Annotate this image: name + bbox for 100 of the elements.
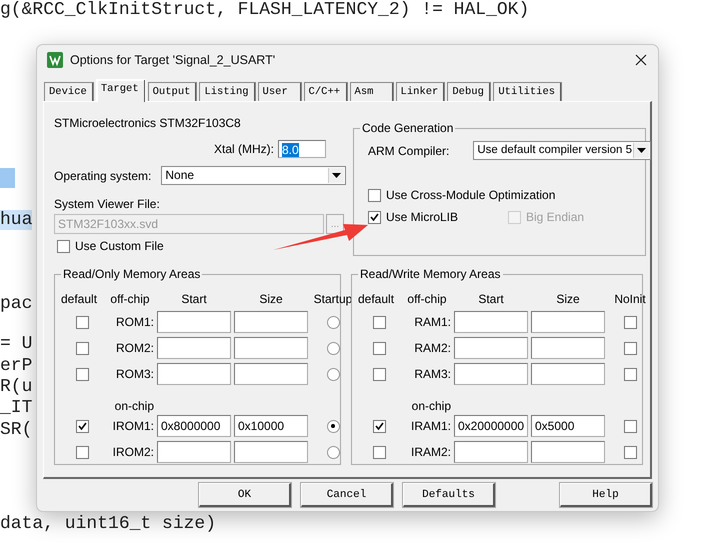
- compiler-label: ARM Compiler:: [368, 144, 450, 158]
- size-field[interactable]: 0x5000: [531, 415, 605, 437]
- size-field[interactable]: [234, 363, 308, 385]
- start-field[interactable]: [454, 441, 528, 463]
- column-header: Start: [477, 292, 505, 306]
- size-field[interactable]: [531, 337, 605, 359]
- window-title: Options for Target 'Signal_2_USART': [70, 53, 276, 67]
- tab[interactable]: Device: [44, 82, 94, 101]
- device-name: STMicroelectronics STM32F103C8: [54, 116, 242, 130]
- size-field[interactable]: [234, 441, 308, 463]
- size-field[interactable]: [234, 311, 308, 333]
- code-line: pac: [0, 294, 32, 314]
- memory-label: IROM1:: [112, 419, 154, 433]
- dialog-button[interactable]: OK: [199, 483, 291, 507]
- dropdown-arrow-icon: [637, 148, 646, 153]
- radio-button[interactable]: [326, 316, 340, 328]
- tab[interactable]: Utilities: [493, 82, 562, 101]
- checkbox[interactable]: [624, 342, 636, 354]
- column-header: Size: [258, 292, 284, 306]
- checkbox[interactable]: [76, 420, 88, 432]
- column-header: Start: [180, 292, 208, 306]
- start-field[interactable]: 0x20000000: [454, 415, 528, 437]
- size-field[interactable]: 0x10000: [234, 415, 308, 437]
- memory-label: IROM2:: [112, 445, 154, 459]
- size-field[interactable]: [531, 363, 605, 385]
- radio-button[interactable]: [326, 342, 340, 354]
- selection-highlight: [0, 168, 15, 188]
- os-label: Operating system:: [54, 168, 152, 182]
- checkbox[interactable]: [372, 446, 386, 458]
- checkbox[interactable]: [624, 316, 636, 328]
- memory-label: RAM2:: [413, 341, 451, 355]
- checkbox[interactable]: [372, 368, 386, 380]
- group-title: Read/Only Memory Areas: [61, 267, 202, 281]
- checkbox[interactable]: [624, 420, 636, 432]
- tab[interactable]: User: [258, 82, 302, 101]
- tab[interactable]: Output: [148, 82, 198, 101]
- tab[interactable]: C/C++: [304, 82, 348, 101]
- start-field[interactable]: 0x8000000: [157, 415, 231, 437]
- column-header: NoInit: [613, 292, 647, 306]
- column-header: Size: [555, 292, 581, 306]
- compiler-dropdown[interactable]: Use default compiler version 5: [473, 141, 652, 160]
- size-field[interactable]: [531, 441, 605, 463]
- start-field[interactable]: [157, 311, 231, 333]
- dialog-button[interactable]: Help: [560, 483, 652, 507]
- start-field[interactable]: [454, 363, 528, 385]
- section-label: on-chip: [114, 399, 154, 413]
- checkbox[interactable]: [624, 446, 636, 458]
- tab[interactable]: Debug: [447, 82, 492, 101]
- checkbox[interactable]: [76, 446, 88, 458]
- os-dropdown[interactable]: None: [161, 166, 346, 185]
- xtal-field[interactable]: 8.0: [278, 140, 326, 158]
- column-header: off-chip: [406, 292, 448, 306]
- checkbox[interactable]: [76, 316, 88, 328]
- section-label: on-chip: [410, 399, 451, 413]
- memory-label: IRAM2:: [410, 445, 451, 459]
- radio-button[interactable]: [326, 446, 340, 458]
- checkbox[interactable]: [624, 368, 636, 380]
- dialog-button[interactable]: Cancel: [301, 483, 393, 507]
- xtal-label: Xtal (MHz):: [214, 142, 274, 156]
- memory-label: ROM3:: [114, 367, 154, 381]
- checkbox-label: Use MicroLIB: [386, 210, 458, 224]
- svf-label: System Viewer File:: [54, 197, 161, 211]
- checkbox-label: Use Custom File: [75, 239, 164, 253]
- app-icon: [47, 52, 63, 68]
- radio-button[interactable]: [326, 420, 340, 432]
- checkbox[interactable]: [76, 342, 88, 354]
- memory-label: ROM2:: [114, 341, 154, 355]
- size-field[interactable]: [234, 337, 308, 359]
- memory-label: IRAM1:: [410, 419, 451, 433]
- code-line: SR(: [0, 420, 32, 440]
- group-title: Code Generation: [360, 121, 456, 135]
- checkbox[interactable]: [57, 240, 70, 252]
- code-line: data, uint16_t size): [0, 514, 216, 534]
- start-field[interactable]: [454, 337, 528, 359]
- code-line: _IT: [0, 398, 32, 418]
- start-field[interactable]: [157, 337, 231, 359]
- checkbox[interactable]: [372, 342, 386, 354]
- start-field[interactable]: [157, 441, 231, 463]
- start-field[interactable]: [454, 311, 528, 333]
- tab[interactable]: Target: [96, 79, 146, 102]
- checkbox[interactable]: [368, 210, 381, 224]
- memory-label: ROM1:: [114, 315, 154, 329]
- tab[interactable]: Asm: [350, 82, 394, 101]
- memory-label: RAM1:: [413, 315, 451, 329]
- checkbox[interactable]: [76, 368, 88, 380]
- tab[interactable]: Linker: [396, 82, 446, 101]
- checkbox[interactable]: [368, 188, 381, 202]
- code-line: = U: [0, 334, 32, 354]
- dialog-button[interactable]: Defaults: [403, 483, 495, 507]
- start-field[interactable]: [157, 363, 231, 385]
- column-header: Startup: [312, 292, 354, 306]
- size-field[interactable]: [531, 311, 605, 333]
- code-line: g(&RCC_ClkInitStruct, FLASH_LATENCY_2) != HAL_OK): [0, 0, 530, 20]
- checkbox[interactable]: [372, 316, 386, 328]
- checkbox-label: Use Cross-Module Optimization: [386, 188, 556, 202]
- column-header: default: [61, 292, 98, 306]
- close-icon[interactable]: [634, 53, 648, 67]
- tab[interactable]: Listing: [199, 82, 256, 101]
- checkbox[interactable]: [372, 420, 386, 432]
- radio-button[interactable]: [326, 368, 340, 380]
